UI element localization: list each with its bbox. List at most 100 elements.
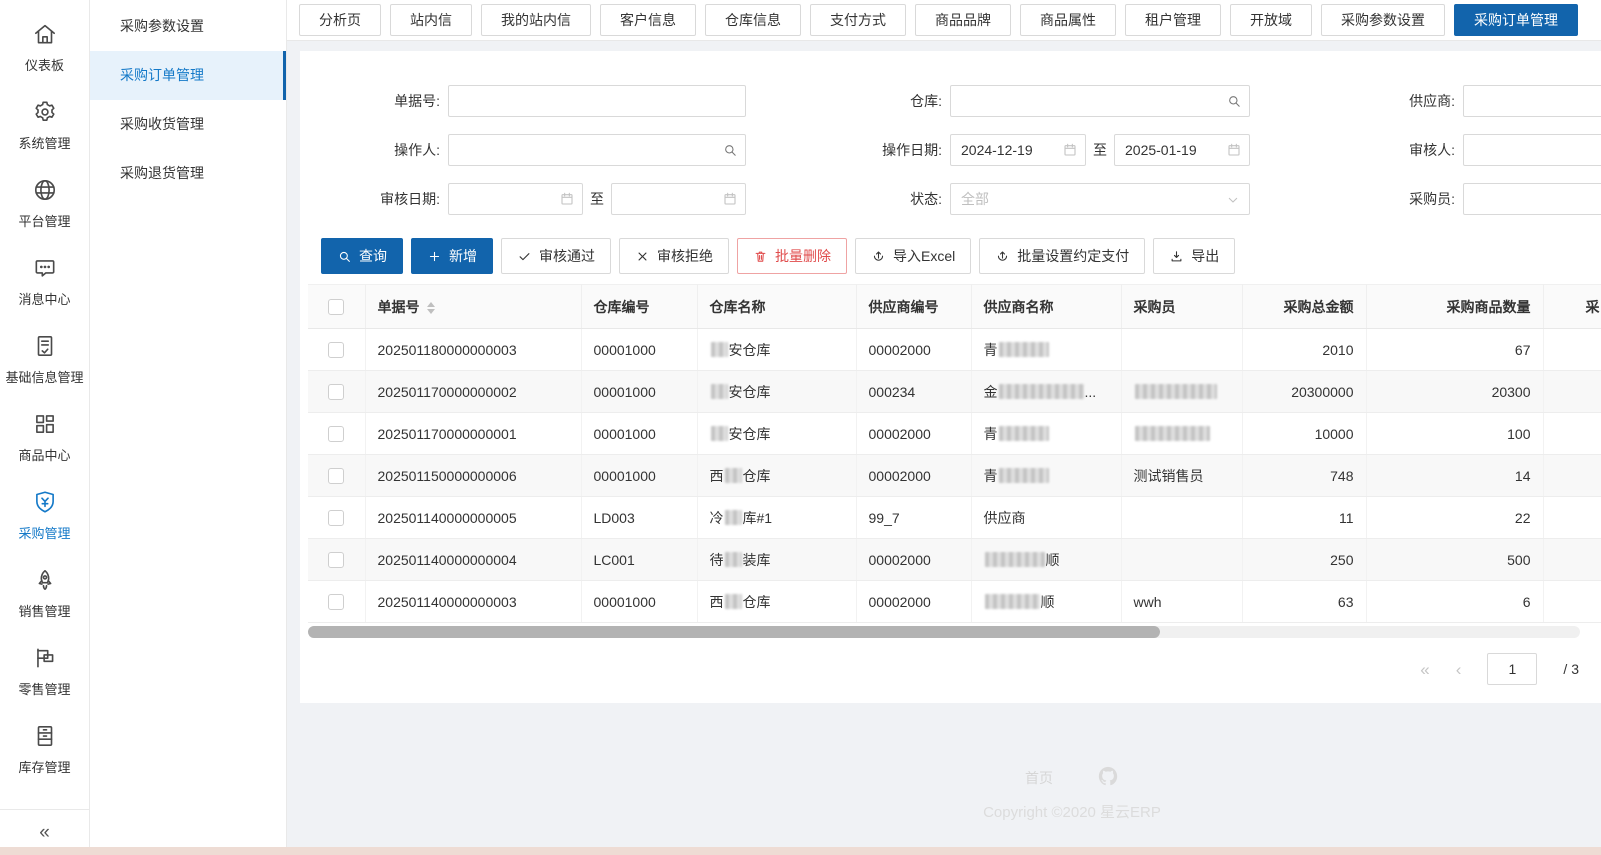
auditor-label: 审核人:	[1258, 134, 1455, 166]
operate-date-from-input[interactable]	[950, 134, 1086, 166]
table-row[interactable]: 20250117000000000200001000安仓库000234金...2…	[308, 371, 1601, 413]
primary-sidebar-items: 仪表板系统管理平台管理消息中心基础信息管理商品中心采购管理销售管理零售管理库存管…	[0, 0, 89, 809]
查询-button[interactable]: 查询	[321, 238, 403, 274]
sidebar-item-库存管理[interactable]: 库存管理	[0, 710, 89, 788]
auditor-input[interactable]	[1463, 134, 1601, 166]
cell-qty: 67	[1366, 329, 1543, 371]
redacted-text	[999, 384, 1084, 399]
cell-doc_no: 202501150000000006	[365, 455, 581, 497]
supplier-input[interactable]	[1463, 85, 1601, 117]
cell-sup_code: 99_7	[856, 497, 971, 539]
row-checkbox[interactable]	[328, 342, 344, 358]
first-page-button[interactable]: «	[1420, 661, 1429, 678]
导出-button[interactable]: 导出	[1153, 238, 1235, 274]
github-icon[interactable]	[1097, 765, 1119, 790]
document-no-field	[448, 85, 746, 117]
table-row[interactable]: 202501140000000005LD003冷库#199_7供应商1122	[308, 497, 1601, 539]
table-body: 20250118000000000300001000安仓库00002000青20…	[308, 329, 1601, 623]
prev-page-button[interactable]: ‹	[1456, 661, 1462, 678]
tab-商品品牌[interactable]: 商品品牌	[915, 4, 1011, 36]
cell-qty: 500	[1366, 539, 1543, 581]
tab-我的站内信[interactable]: 我的站内信	[481, 4, 591, 36]
sidebar-item-商品中心[interactable]: 商品中心	[0, 398, 89, 476]
horizontal-scrollbar[interactable]	[308, 626, 1580, 638]
document-no-input[interactable]	[448, 85, 746, 117]
审核通过-button[interactable]: 审核通过	[501, 238, 611, 274]
row-checkbox[interactable]	[328, 468, 344, 484]
home-link[interactable]: 首页	[1025, 768, 1053, 788]
cell-extra	[1543, 455, 1601, 497]
sidebar-item-基础信息管理[interactable]: 基础信息管理	[0, 320, 89, 398]
purchaser-input[interactable]	[1463, 183, 1601, 215]
submenu-item-采购参数设置[interactable]: 采购参数设置	[90, 2, 286, 51]
sidebar-item-采购管理[interactable]: 采购管理	[0, 476, 89, 554]
column-header-仓库名称: 仓库名称	[697, 285, 856, 329]
sidebar-item-label: 商品中心	[18, 445, 70, 464]
table-row[interactable]: 202501140000000004LC001待装库00002000顺25050…	[308, 539, 1601, 581]
row-checkbox[interactable]	[328, 594, 344, 610]
tab-商品属性[interactable]: 商品属性	[1020, 4, 1116, 36]
content-card: 单据号: 仓库: 供应商: 操作人:	[300, 51, 1601, 703]
tab-站内信[interactable]: 站内信	[390, 4, 472, 36]
redacted-text	[725, 510, 742, 525]
sidebar-item-消息中心[interactable]: 消息中心	[0, 242, 89, 320]
operate-date-to-input[interactable]	[1114, 134, 1250, 166]
cell-wh_name: 冷库#1	[697, 497, 856, 539]
operator-input[interactable]	[448, 134, 746, 166]
table-row[interactable]: 20250118000000000300001000安仓库00002000青20…	[308, 329, 1601, 371]
sort-icon[interactable]	[427, 302, 435, 315]
sidebar-item-平台管理[interactable]: 平台管理	[0, 164, 89, 242]
row-checkbox[interactable]	[328, 426, 344, 442]
table-row[interactable]: 20250114000000000300001000西仓库00002000顺ww…	[308, 581, 1601, 623]
audit-date-from-input[interactable]	[448, 183, 583, 215]
submenu-item-采购退货管理[interactable]: 采购退货管理	[90, 149, 286, 198]
审核拒绝-button[interactable]: 审核拒绝	[619, 238, 729, 274]
cell-extra	[1543, 497, 1601, 539]
cell-sup_name: 青	[971, 455, 1121, 497]
redacted-text	[1135, 426, 1210, 441]
purchaser-label: 采购员:	[1258, 183, 1455, 215]
cell-sup_code: 000234	[856, 371, 971, 413]
row-checkbox[interactable]	[328, 384, 344, 400]
column-header-采: 采	[1543, 285, 1601, 329]
row-checkbox[interactable]	[328, 552, 344, 568]
status-select[interactable]: 全部	[950, 183, 1250, 215]
current-page-input[interactable]: 1	[1487, 653, 1537, 685]
redacted-text	[711, 342, 728, 357]
table-row[interactable]: 20250117000000000100001000安仓库00002000青10…	[308, 413, 1601, 455]
tab-分析页[interactable]: 分析页	[299, 4, 381, 36]
tab-租户管理[interactable]: 租户管理	[1125, 4, 1221, 36]
批量设置约定支付-button[interactable]: 批量设置约定支付	[979, 238, 1145, 274]
sidebar-item-label: 系统管理	[18, 133, 70, 152]
导入Excel-button[interactable]: 导入Excel	[855, 238, 971, 274]
sidebar-item-零售管理[interactable]: 零售管理	[0, 632, 89, 710]
submenu-item-采购收货管理[interactable]: 采购收货管理	[90, 100, 286, 149]
sidebar-item-仪表板[interactable]: 仪表板	[0, 8, 89, 86]
sidebar-item-销售管理[interactable]: 销售管理	[0, 554, 89, 632]
tab-仓库信息[interactable]: 仓库信息	[705, 4, 801, 36]
tab-支付方式[interactable]: 支付方式	[810, 4, 906, 36]
cell-wh_name: 西仓库	[697, 455, 856, 497]
scrollbar-thumb[interactable]	[308, 626, 1160, 638]
submenu-item-采购订单管理[interactable]: 采购订单管理	[90, 51, 286, 100]
tab-客户信息[interactable]: 客户信息	[600, 4, 696, 36]
批量删除-button[interactable]: 批量删除	[737, 238, 847, 274]
table-row[interactable]: 20250115000000000600001000西仓库00002000青测试…	[308, 455, 1601, 497]
select-all-checkbox[interactable]	[328, 299, 344, 315]
grid-icon	[32, 411, 58, 440]
column-header-仓库编号: 仓库编号	[581, 285, 697, 329]
cell-wh_name: 安仓库	[697, 413, 856, 455]
row-checkbox[interactable]	[328, 510, 344, 526]
tab-开放域[interactable]: 开放域	[1230, 4, 1312, 36]
cell-buyer: 测试销售员	[1121, 455, 1242, 497]
column-header-单据号[interactable]: 单据号	[365, 285, 581, 329]
warehouse-input[interactable]	[950, 85, 1250, 117]
tab-采购订单管理[interactable]: 采购订单管理	[1454, 4, 1578, 36]
sidebar-item-系统管理[interactable]: 系统管理	[0, 86, 89, 164]
新增-button[interactable]: 新增	[411, 238, 493, 274]
copyright-text: Copyright ©2020 星云ERP	[415, 801, 1601, 822]
tab-采购参数设置[interactable]: 采购参数设置	[1321, 4, 1445, 36]
page-footer: 首页 Copyright ©2020 星云ERP	[415, 765, 1601, 822]
redacted-text	[999, 426, 1049, 441]
audit-date-to-input[interactable]	[611, 183, 746, 215]
